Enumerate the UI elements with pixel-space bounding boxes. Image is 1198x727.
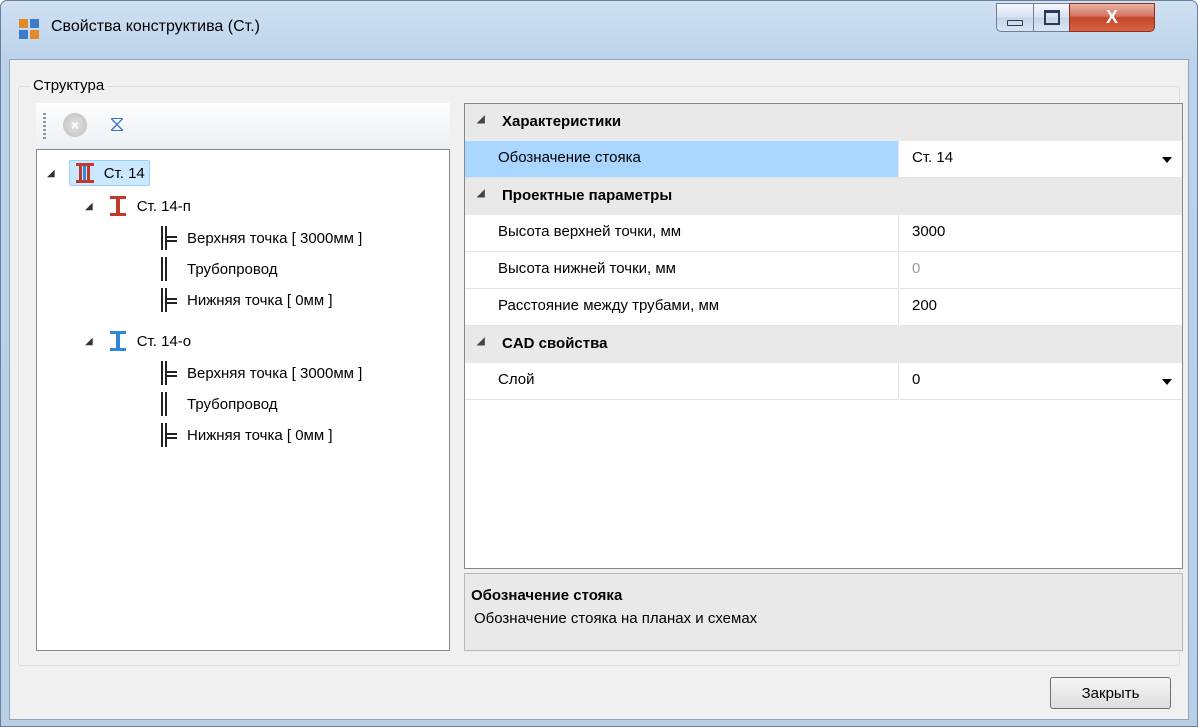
collapse-arrow-icon[interactable]: ◢	[85, 201, 93, 212]
app-icon	[19, 19, 39, 39]
tree-node-child-1[interactable]: ◢ Ст. 14-п	[85, 193, 191, 219]
tree-toolbar	[36, 103, 450, 150]
property-row-bottom-height[interactable]: Высота нижней точки, мм 0	[465, 252, 1182, 289]
tree-node-label: Ст. 14-о	[136, 332, 192, 350]
category-label: CAD свойства	[502, 335, 608, 352]
category-characteristics[interactable]: ◢ Характеристики	[465, 104, 1182, 141]
tree-leaf-pipeline-1[interactable]: Трубопровод	[159, 256, 277, 282]
top-point-icon	[159, 361, 177, 385]
title-bar[interactable]: Свойства конструктива (Ст.) X	[1, 1, 1197, 59]
ibeam-red-blue-icon	[74, 162, 96, 184]
tree-leaf-top-point-1[interactable]: Верхняя точка [ 3000мм ]	[159, 225, 362, 251]
close-button[interactable]: Закрыть	[1050, 677, 1171, 709]
property-name: Высота верхней точки, мм	[465, 215, 899, 252]
property-value-dropdown[interactable]: 0	[900, 363, 1182, 400]
property-row-pipe-spacing[interactable]: Расстояние между трубами, мм 200	[465, 289, 1182, 326]
tree-leaf-label: Нижняя точка [ 0мм ]	[187, 426, 333, 444]
tree-node-root[interactable]: ◢ Ст. 14	[47, 160, 150, 186]
category-cad-properties[interactable]: ◢ CAD свойства	[465, 326, 1182, 363]
property-row-layer[interactable]: Слой 0	[465, 363, 1182, 400]
pipeline-icon	[159, 257, 177, 281]
description-title: Обозначение стояка	[471, 587, 623, 604]
tree-node-label: Ст. 14	[103, 164, 145, 182]
category-label: Характеристики	[502, 113, 622, 130]
tree-node-label: Ст. 14-п	[136, 197, 191, 215]
collapse-arrow-icon[interactable]: ◢	[47, 168, 55, 179]
minimize-icon	[1007, 19, 1023, 26]
property-value-dropdown[interactable]: Ст. 14	[900, 141, 1182, 178]
ibeam-red-icon	[107, 195, 129, 217]
property-name: Слой	[465, 363, 899, 400]
dropdown-arrow-icon[interactable]	[1162, 379, 1172, 385]
collapse-arrow-icon[interactable]: ◢	[85, 336, 93, 347]
category-design-params[interactable]: ◢ Проектные параметры	[465, 178, 1182, 215]
collapse-arrow-icon[interactable]: ◢	[477, 114, 485, 125]
bottom-point-icon	[159, 288, 177, 312]
category-label: Проектные параметры	[502, 187, 673, 204]
description-text: Обозначение стояка на планах и схемах	[474, 610, 758, 627]
maximize-button[interactable]	[1033, 3, 1070, 32]
filter-icon[interactable]: ⧖	[104, 110, 130, 138]
property-value[interactable]: 200	[900, 289, 1182, 326]
property-name: Высота нижней точки, мм	[465, 252, 899, 289]
property-description-panel: Обозначение стояка Обозначение стояка на…	[464, 573, 1183, 651]
property-value[interactable]: 3000	[900, 215, 1182, 252]
tree-leaf-bottom-point-1[interactable]: Нижняя точка [ 0мм ]	[159, 287, 333, 313]
tree-leaf-bottom-point-2[interactable]: Нижняя точка [ 0мм ]	[159, 422, 333, 448]
dropdown-arrow-icon[interactable]	[1162, 157, 1172, 163]
tree-leaf-label: Верхняя точка [ 3000мм ]	[187, 364, 363, 382]
property-name: Обозначение стояка	[465, 141, 899, 178]
property-name: Расстояние между трубами, мм	[465, 289, 899, 326]
structure-tree[interactable]: ◢ Ст. 14 ◢ Ст. 14-п Верхняя точка [3000…	[36, 149, 450, 651]
tree-leaf-label: Трубопровод	[187, 395, 278, 413]
property-row-riser-designation[interactable]: Обозначение стояка Ст. 14	[465, 141, 1182, 178]
property-grid[interactable]: ◢ Характеристики Обозначение стояка Ст. …	[464, 103, 1183, 569]
bottom-point-icon	[159, 423, 177, 447]
minimize-button[interactable]	[996, 3, 1034, 32]
tree-leaf-label: Верхняя точка [ 3000мм ]	[187, 229, 363, 247]
maximize-icon	[1043, 10, 1060, 25]
tree-node-child-2[interactable]: ◢ Ст. 14-о	[85, 328, 191, 354]
pipeline-icon	[159, 392, 177, 416]
ibeam-blue-icon	[107, 330, 129, 352]
tree-leaf-pipeline-2[interactable]: Трубопровод	[159, 391, 277, 417]
property-value: 0	[912, 371, 921, 388]
close-window-button[interactable]: X	[1069, 3, 1155, 32]
top-point-icon	[159, 226, 177, 250]
collapse-arrow-icon[interactable]: ◢	[477, 188, 485, 199]
property-value: 0	[900, 252, 1182, 289]
window-title: Свойства конструктива (Ст.)	[51, 18, 260, 35]
structure-group-label: Структура	[30, 77, 108, 94]
property-value: Ст. 14	[912, 149, 954, 166]
tree-leaf-label: Нижняя точка [ 0мм ]	[187, 291, 333, 309]
property-row-top-height[interactable]: Высота верхней точки, мм 3000	[465, 215, 1182, 252]
tree-leaf-top-point-2[interactable]: Верхняя точка [ 3000мм ]	[159, 360, 362, 386]
tree-leaf-label: Трубопровод	[187, 260, 278, 278]
close-icon: X	[1105, 7, 1118, 27]
collapse-arrow-icon[interactable]: ◢	[477, 336, 485, 347]
toolbar-grip[interactable]	[43, 113, 46, 139]
cancel-icon[interactable]: ×	[63, 113, 87, 137]
